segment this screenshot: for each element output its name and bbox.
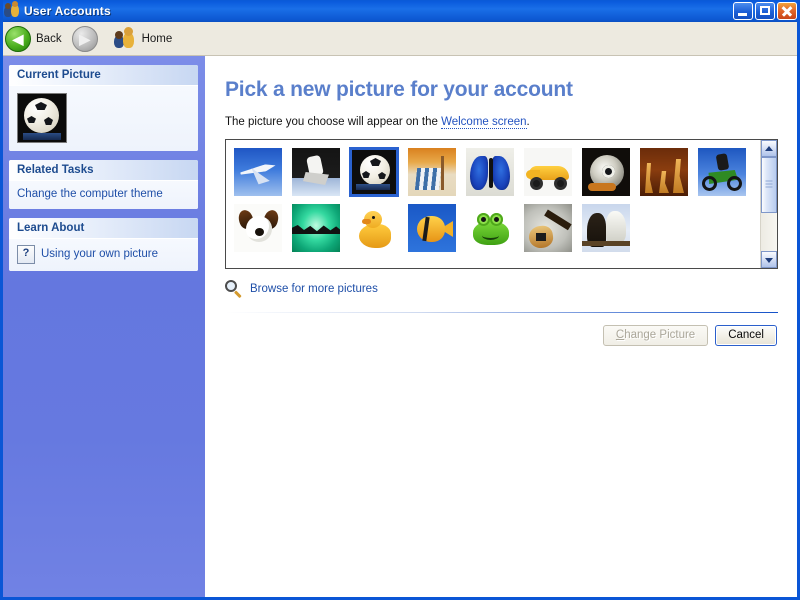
- help-document-icon: [17, 245, 35, 264]
- subtitle-text-before: The picture you choose will appear on th…: [225, 116, 442, 128]
- picture-thumbnail-dog[interactable]: [233, 203, 283, 253]
- window-controls: [733, 2, 797, 20]
- panel-body-current-picture: [9, 86, 198, 151]
- picture-thumbnail-snail[interactable]: [581, 147, 631, 197]
- panel-body-related-tasks: Change the computer theme: [9, 181, 198, 209]
- sidebar: Current Picture Related Tasks Change the…: [3, 56, 205, 597]
- home-users-icon: [113, 26, 137, 49]
- picture-thumbnail-green-abstract[interactable]: [291, 203, 341, 253]
- home-label: Home: [141, 32, 173, 45]
- picture-thumbnail-horses[interactable]: [581, 203, 631, 253]
- window-title: User Accounts: [24, 4, 111, 18]
- scroll-up-arrow-icon[interactable]: [761, 140, 777, 157]
- airplane-image: [234, 148, 282, 196]
- section-divider: [225, 312, 778, 313]
- current-picture-thumbnail: [17, 93, 67, 143]
- browse-for-more-pictures-link: Browse for more pictures: [250, 283, 378, 295]
- navigation-toolbar: ◀ Back ▶ Home: [3, 22, 797, 56]
- maximize-button[interactable]: [755, 2, 775, 20]
- motocross-image: [292, 148, 340, 196]
- picture-thumbnail-fish[interactable]: [407, 203, 457, 253]
- picture-thumbnail-guitar[interactable]: [523, 203, 573, 253]
- sidebar-link-change-theme[interactable]: Change the computer theme: [17, 187, 190, 202]
- home-button[interactable]: Home: [113, 26, 179, 52]
- back-arrow-icon: ◀: [5, 25, 31, 52]
- fish-image: [408, 204, 456, 252]
- cancel-button[interactable]: Cancel: [715, 325, 777, 346]
- change-picture-button[interactable]: Change Picture: [602, 325, 709, 346]
- picture-thumbnail-motocross[interactable]: [291, 147, 341, 197]
- change-picture-label: hange Picture: [624, 329, 696, 341]
- soccer-ball-image: [352, 150, 396, 194]
- chess-image: [640, 148, 688, 196]
- picture-grid: [226, 140, 760, 268]
- forward-button[interactable]: ▶: [71, 25, 109, 52]
- picture-thumbnail-airplane[interactable]: [233, 147, 283, 197]
- beach-chair-image: [408, 148, 456, 196]
- picture-thumbnail-soccer-ball[interactable]: [349, 147, 399, 197]
- forward-arrow-icon: ▶: [71, 25, 98, 52]
- minimize-button[interactable]: [733, 2, 753, 20]
- subtitle-text-after: .: [526, 116, 530, 128]
- frog-image: [466, 204, 514, 252]
- picture-thumbnail-butterfly[interactable]: [465, 147, 515, 197]
- rubber-duck-image: [350, 204, 398, 252]
- green-abstract-image: [292, 204, 340, 252]
- scroll-down-arrow-icon[interactable]: [761, 251, 777, 268]
- dirt-bike-image: [698, 148, 746, 196]
- dog-image: [234, 204, 282, 252]
- picture-thumbnail-race-car[interactable]: [523, 147, 573, 197]
- horses-image: [582, 204, 630, 252]
- picture-thumbnail-frog[interactable]: [465, 203, 515, 253]
- main-content: Pick a new picture for your account The …: [205, 56, 797, 597]
- close-button[interactable]: [777, 2, 797, 20]
- window-titlebar: User Accounts: [3, 0, 797, 22]
- scrollbar-track[interactable]: [761, 157, 777, 251]
- user-accounts-window: User Accounts ◀ Back ▶ Home Current Pict…: [0, 0, 800, 600]
- page-subtitle: The picture you choose will appear on th…: [225, 116, 778, 129]
- panel-body-learn-about: Using your own picture: [9, 239, 198, 271]
- picture-thumbnail-beach-chair[interactable]: [407, 147, 457, 197]
- sidebar-link-label: Using your own picture: [41, 248, 158, 260]
- sidebar-link-using-own-picture[interactable]: Using your own picture: [17, 245, 190, 264]
- change-picture-accel: C: [615, 329, 625, 341]
- guitar-image: [524, 204, 572, 252]
- welcome-screen-link[interactable]: Welcome screen: [441, 116, 527, 129]
- panel-learn-about: Learn About Using your own picture: [9, 218, 198, 271]
- panel-title-learn-about: Learn About: [9, 218, 198, 239]
- picture-thumbnail-rubber-duck[interactable]: [349, 203, 399, 253]
- picture-list-box[interactable]: [225, 139, 778, 269]
- browse-for-pictures-row[interactable]: Browse for more pictures: [225, 280, 778, 299]
- dialog-buttons: Change Picture Cancel: [225, 325, 778, 346]
- page-title: Pick a new picture for your account: [225, 78, 573, 101]
- panel-title-related-tasks: Related Tasks: [9, 160, 198, 181]
- picture-list-scrollbar[interactable]: [760, 140, 777, 268]
- scrollbar-thumb[interactable]: [761, 157, 777, 214]
- panel-related-tasks: Related Tasks Change the computer theme: [9, 160, 198, 209]
- magnifier-icon: [225, 280, 243, 299]
- back-label: Back: [36, 32, 62, 45]
- panel-title-current-picture: Current Picture: [9, 65, 198, 86]
- race-car-image: [524, 148, 572, 196]
- back-button[interactable]: ◀ Back: [5, 25, 68, 52]
- butterfly-image: [466, 148, 514, 196]
- panel-current-picture: Current Picture: [9, 65, 198, 151]
- picture-thumbnail-dirt-bike[interactable]: [697, 147, 747, 197]
- picture-thumbnail-chess[interactable]: [639, 147, 689, 197]
- snail-image: [582, 148, 630, 196]
- users-icon: [4, 1, 20, 19]
